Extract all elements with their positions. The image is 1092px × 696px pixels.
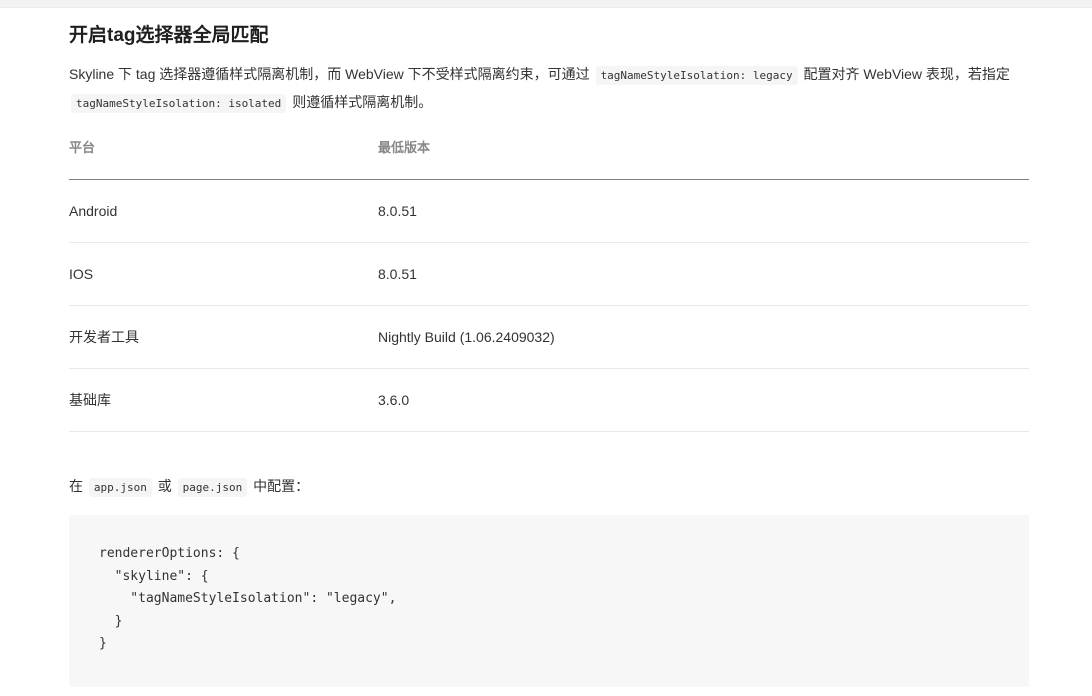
header-min-version: 最低版本 <box>378 137 1029 180</box>
cell-version: 8.0.51 <box>378 242 1029 306</box>
code-line: } <box>99 613 123 629</box>
inline-code-app-json: app.json <box>88 478 152 497</box>
cell-platform: IOS <box>69 242 378 306</box>
cell-version: Nightly Build (1.06.2409032) <box>378 305 1029 369</box>
section-description: Skyline 下 tag 选择器遵循样式隔离机制，而 WebView 下不受样… <box>69 61 1029 117</box>
table-row: 开发者工具 Nightly Build (1.06.2409032) <box>69 305 1029 369</box>
table-header-row: 平台 最低版本 <box>69 137 1029 180</box>
config-suffix: 中配置： <box>253 478 310 494</box>
inline-code-isolated: tagNameStyleIsolation: isolated <box>71 94 287 113</box>
cell-platform: 基础库 <box>69 368 378 432</box>
header-platform: 平台 <box>69 137 378 180</box>
table-row: 基础库 3.6.0 <box>69 368 1029 432</box>
config-or: 或 <box>157 478 172 494</box>
cell-platform: 开发者工具 <box>69 305 378 369</box>
desc-text-1: Skyline 下 tag 选择器遵循样式隔离机制，而 WebView 下不受样… <box>69 66 590 82</box>
inline-code-page-json: page.json <box>177 478 248 497</box>
config-instruction: 在 app.json 或 page.json 中配置： <box>69 475 1029 499</box>
section-title: 开启tag选择器全局匹配 <box>69 25 269 46</box>
table-row: Android 8.0.51 <box>69 179 1029 243</box>
config-prefix: 在 <box>69 478 83 494</box>
cell-version: 3.6.0 <box>378 368 1029 432</box>
desc-text-3: 则遵循样式隔离机制。 <box>292 94 433 110</box>
doc-content: 开启tag选择器全局匹配 Skyline 下 tag 选择器遵循样式隔离机制，而… <box>69 7 1029 687</box>
inline-code-legacy: tagNameStyleIsolation: legacy <box>595 66 798 85</box>
code-block[interactable]: rendererOptions: { "skyline": { "tagName… <box>69 515 1029 687</box>
desc-text-2: 配置对齐 WebView 表现，若指定 <box>803 66 1010 82</box>
cell-platform: Android <box>69 179 378 243</box>
table-row: IOS 8.0.51 <box>69 242 1029 306</box>
version-table: 平台 最低版本 Android 8.0.51 IOS 8.0.51 开发者工具 … <box>69 137 1029 432</box>
cell-version: 8.0.51 <box>378 179 1029 243</box>
code-line: "skyline": { <box>99 568 209 584</box>
code-line: } <box>99 636 107 652</box>
code-line: rendererOptions: { <box>99 546 240 561</box>
code-line: "tagNameStyleIsolation": "legacy", <box>99 591 397 607</box>
